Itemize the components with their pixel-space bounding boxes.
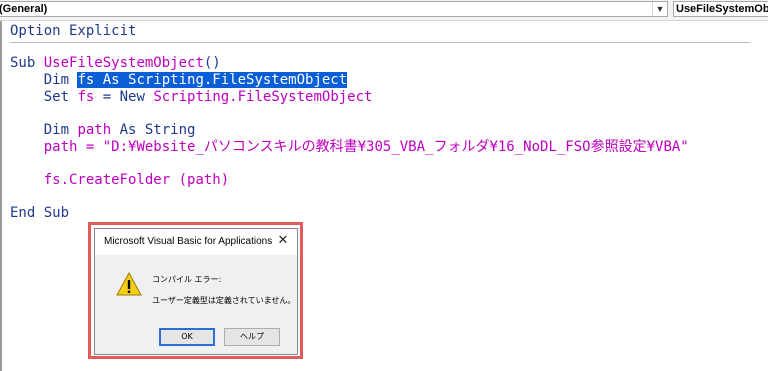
keyword: Explicit — [60, 23, 137, 39]
object-combo[interactable]: (General) ▼ — [0, 1, 668, 17]
identifier: fs.CreateFolder — [10, 172, 171, 188]
identifier: Scripting.FileSystemObject — [144, 89, 373, 105]
punctuation: () — [203, 55, 221, 71]
dialog-title: Microsoft Visual Basic for Applications — [104, 236, 273, 247]
code-line-end-sub: End Sub — [10, 205, 69, 222]
help-button[interactable]: ヘルプ — [224, 328, 280, 346]
procedure-combo-value: UseFileSystemObje — [676, 3, 768, 15]
close-icon[interactable]: ✕ — [275, 233, 291, 249]
code-line-dim-path: Dim path As String — [10, 122, 196, 139]
procedure-separator — [10, 42, 750, 43]
identifier: path — [77, 122, 112, 138]
identifier: path — [10, 139, 78, 155]
keyword: New — [119, 89, 145, 105]
code-line-create-folder: fs.CreateFolder (path) — [10, 172, 229, 189]
selected-text[interactable]: fs As Scripting.FileSystemObject — [77, 72, 348, 88]
procedure-toolbar: (General) ▼ UseFileSystemObje — [0, 0, 768, 21]
keyword: End Sub — [10, 205, 70, 221]
operator: = — [94, 89, 120, 105]
code-line-option: Option Explicit — [10, 23, 136, 40]
chevron-down-icon[interactable]: ▼ — [652, 2, 667, 16]
error-heading: コンパイル エラー: — [152, 275, 222, 284]
object-combo-value: (General) — [0, 3, 48, 15]
error-message: ユーザー定義型は定義されていません。 — [152, 296, 296, 305]
keyword: String — [136, 122, 196, 138]
code-line-path-assign: path = "D:¥Website_パソコンスキルの教科書¥305_VBA_フ… — [10, 139, 689, 156]
identifier: fs — [77, 89, 95, 105]
keyword: As — [111, 122, 137, 138]
keyword: Sub — [10, 55, 36, 71]
keyword: Dim — [10, 122, 78, 138]
warning-icon — [116, 271, 142, 296]
compile-error-dialog: Microsoft Visual Basic for Applications … — [94, 228, 298, 355]
string-literal: = "D:¥Website_パソコンスキルの教科書¥305_VBA_フォルダ¥1… — [77, 139, 689, 155]
dialog-titlebar[interactable]: Microsoft Visual Basic for Applications … — [95, 229, 297, 255]
identifier: (path) — [170, 172, 230, 188]
ok-button[interactable]: OK — [159, 328, 215, 346]
code-line-dim-fs: Dim fs As Scripting.FileSystemObject — [10, 72, 348, 89]
code-line-sub: Sub UseFileSystemObject() — [10, 55, 221, 72]
keyword: Set — [10, 89, 78, 105]
procedure-combo[interactable]: UseFileSystemObje — [673, 1, 768, 17]
keyword: Option — [10, 23, 61, 39]
code-line-set-fs: Set fs = New Scripting.FileSystemObject — [10, 89, 373, 106]
identifier: UseFileSystemObject — [35, 55, 204, 71]
keyword: Dim — [10, 72, 78, 88]
